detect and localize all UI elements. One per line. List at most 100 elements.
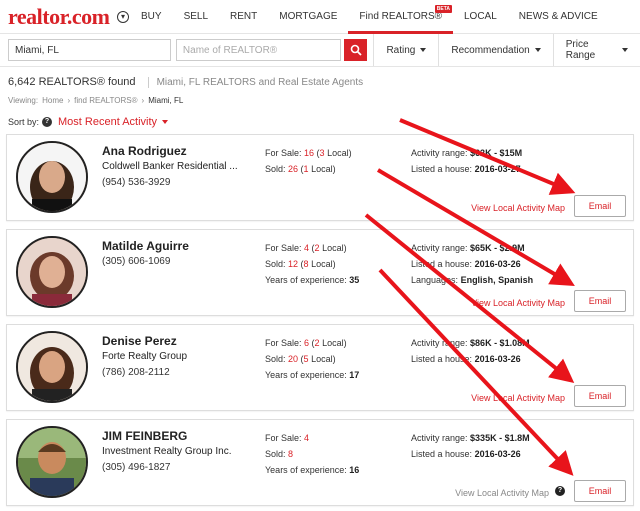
activity-range: $86K - $1.08M: [470, 338, 530, 348]
agent-phone[interactable]: (305) 496-1827: [102, 462, 170, 473]
sold-label: Sold:: [265, 259, 286, 269]
sold-count: 8: [288, 449, 294, 459]
nav-local[interactable]: LOCAL: [453, 0, 508, 34]
help-icon[interactable]: ?: [555, 486, 565, 496]
activity-range: $335K - $1.8M: [470, 433, 530, 443]
local-activity-map-link[interactable]: View Local Activity Map: [471, 298, 565, 308]
agent-phone[interactable]: (305) 606-1069: [102, 256, 170, 267]
local-activity-map-link[interactable]: View Local Activity Map: [471, 203, 565, 213]
agent-photo[interactable]: [16, 236, 88, 308]
nav-label: MORTGAGE: [279, 11, 338, 22]
agent-phone[interactable]: (786) 208-2112: [102, 367, 170, 378]
location-input[interactable]: [8, 39, 171, 61]
filter-label: Rating: [386, 44, 416, 56]
for-sale-label: For Sale:: [265, 433, 302, 443]
rating-filter[interactable]: Rating: [373, 34, 438, 66]
languages-label: Languages:: [411, 275, 459, 285]
agent-listing-stats: For Sale: 4 (2 Local) Sold: 12 (8 Local)…: [265, 243, 360, 285]
local-label: Local: [327, 148, 349, 158]
local-label: Local: [322, 243, 344, 253]
breadcrumb: Viewing: Home › find REALTORS® › Miami, …: [8, 96, 183, 105]
caret-down-icon: [162, 120, 169, 124]
nav-label: Find REALTORS®: [359, 11, 442, 22]
sold-label: Sold:: [265, 449, 286, 459]
agent-name[interactable]: Matilde Aguirre: [102, 239, 189, 253]
breadcrumb-sep: ›: [67, 96, 71, 105]
years-label: Years of experience:: [265, 465, 347, 475]
nav-news-advice[interactable]: NEWS & ADVICE: [508, 0, 609, 34]
agent-photo[interactable]: [16, 426, 88, 498]
agent-photo[interactable]: [16, 141, 88, 213]
agent-card[interactable]: Matilde Aguirre (305) 606-1069 For Sale:…: [6, 229, 634, 316]
email-button[interactable]: Email: [574, 480, 626, 502]
nav-mortgage[interactable]: MORTGAGE: [268, 0, 348, 34]
activity-label: Activity range:: [411, 148, 468, 158]
top-nav: realtor.com ▾ BUY SELL RENT MORTGAGE Fin…: [0, 0, 640, 34]
agent-phone[interactable]: (954) 536-3929: [102, 177, 170, 188]
listed-label: Listed a house:: [411, 259, 473, 269]
local-label: Local: [311, 164, 333, 174]
activity-range: $65K - $2.9M: [470, 243, 525, 253]
agent-activity: Activity range: $335K - $1.8M Listed a h…: [411, 430, 530, 462]
nav-buy[interactable]: BUY: [130, 0, 173, 34]
agent-company: Forte Realty Group: [102, 351, 188, 362]
breadcrumb-find-realtors[interactable]: find REALTORS®: [74, 96, 137, 105]
sold-local-count: 5: [303, 354, 309, 364]
local-label: Local: [311, 354, 333, 364]
for-sale-local-count: 3: [319, 148, 325, 158]
years-value: 16: [349, 465, 360, 475]
years-label: Years of experience:: [265, 275, 347, 285]
breadcrumb-current: Miami, FL: [148, 96, 184, 105]
for-sale-label: For Sale:: [265, 148, 302, 158]
for-sale-count: 6: [304, 338, 310, 348]
sort-dropdown[interactable]: Most Recent Activity: [58, 116, 169, 128]
chevron-down-icon[interactable]: ▾: [117, 10, 129, 23]
results-header: 6,642 REALTORS® found Miami, FL REALTORS…: [8, 76, 363, 88]
recommendation-filter[interactable]: Recommendation: [438, 34, 552, 66]
sold-local-count: 1: [303, 164, 309, 174]
nav-rent[interactable]: RENT: [219, 0, 268, 34]
agent-name[interactable]: JIM FEINBERG: [102, 429, 187, 443]
agent-company: Investment Realty Group Inc.: [102, 446, 232, 457]
for-sale-local-count: 2: [314, 243, 320, 253]
activity-range: $62K - $15M: [470, 148, 523, 158]
email-button[interactable]: Email: [574, 290, 626, 312]
nav-label: BUY: [141, 11, 162, 22]
listed-date: 2016-03-27: [474, 164, 521, 174]
agent-card[interactable]: Denise Perez Forte Realty Group (786) 20…: [6, 324, 634, 411]
nav-find-realtors[interactable]: Find REALTORS® BETA: [348, 0, 453, 34]
realtor-logo[interactable]: realtor.com ▾: [0, 0, 130, 34]
caret-down-icon: [622, 48, 629, 52]
caret-down-icon: [534, 48, 541, 52]
nav-sell[interactable]: SELL: [173, 0, 219, 34]
for-sale-local-count: 2: [314, 338, 320, 348]
breadcrumb-home[interactable]: Home: [42, 96, 63, 105]
logo-text: realtor.com: [8, 3, 110, 29]
listed-date: 2016-03-26: [474, 259, 521, 269]
local-activity-map-link[interactable]: View Local Activity Map: [471, 393, 565, 403]
agent-card[interactable]: JIM FEINBERG Investment Realty Group Inc…: [6, 419, 634, 506]
nav-label: SELL: [183, 11, 209, 22]
agent-photo[interactable]: [16, 331, 88, 403]
agent-card[interactable]: Ana Rodriguez Coldwell Banker Residentia…: [6, 134, 634, 221]
caret-down-icon: [420, 48, 427, 52]
sold-local-count: 8: [303, 259, 309, 269]
sold-label: Sold:: [265, 164, 286, 174]
realtor-name-input[interactable]: [175, 39, 341, 61]
agent-activity: Activity range: $86K - $1.08M Listed a h…: [411, 335, 530, 367]
agent-listing-stats: For Sale: 4 Sold: 8 Years of experience:…: [265, 430, 359, 478]
sold-count: 20: [288, 354, 299, 364]
local-label: Local: [311, 259, 333, 269]
email-button[interactable]: Email: [574, 385, 626, 407]
agent-name[interactable]: Ana Rodriguez: [102, 144, 187, 158]
agent-activity: Activity range: $65K - $2.9M Listed a ho…: [411, 240, 533, 288]
search-button[interactable]: [343, 39, 368, 61]
for-sale-label: For Sale:: [265, 338, 302, 348]
nav-label: LOCAL: [464, 11, 497, 22]
email-button[interactable]: Email: [574, 195, 626, 217]
filter-label: Price Range: [565, 39, 596, 61]
price-range-filter[interactable]: Price Range: [552, 34, 640, 66]
agent-name[interactable]: Denise Perez: [102, 334, 177, 348]
local-activity-map-link[interactable]: View Local Activity Map: [455, 488, 549, 498]
help-icon[interactable]: ?: [42, 117, 53, 127]
